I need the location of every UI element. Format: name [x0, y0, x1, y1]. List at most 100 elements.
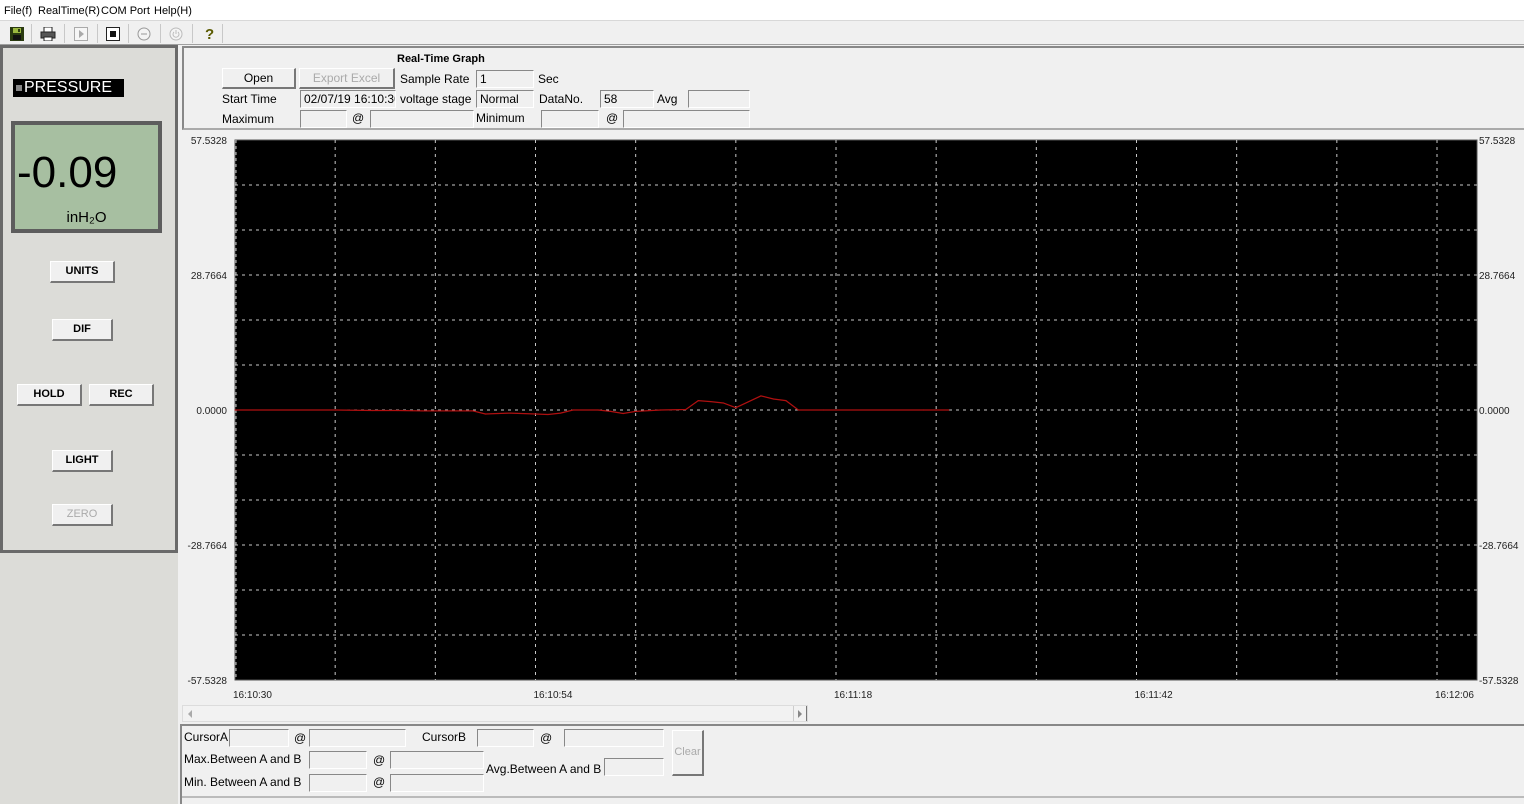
avg-between-field[interactable]	[604, 758, 664, 776]
data-point	[334, 409, 336, 411]
y-tick-label-left: -28.7664	[188, 541, 228, 552]
data-point	[685, 408, 687, 411]
stop-button[interactable]	[102, 24, 124, 43]
max-between-at-label: @	[373, 753, 386, 767]
datano-label: DataNo.	[539, 92, 584, 106]
voltage-stage-label: voltage stage	[400, 92, 472, 106]
sample-rate-field[interactable]: 1	[476, 70, 534, 88]
max-between-label: Max.Between A and B	[184, 752, 302, 766]
dif-button[interactable]: DIF	[52, 319, 113, 341]
menu-realtime[interactable]: RealTime(R)	[38, 5, 100, 17]
data-point	[484, 413, 487, 415]
light-button[interactable]: LIGHT	[52, 450, 113, 472]
rec-button[interactable]: REC	[89, 384, 154, 406]
mode-label: PRESSURE	[13, 79, 124, 97]
export-excel-button[interactable]: Export Excel	[299, 68, 395, 89]
minimum-at-field[interactable]	[623, 110, 750, 128]
maximum-at-field[interactable]	[370, 110, 474, 128]
avg-between-label: Avg.Between A and B	[486, 762, 602, 776]
x-tick-label: 16:12:06	[1435, 690, 1474, 701]
stop-icon	[106, 26, 120, 41]
scroll-right-button[interactable]	[793, 706, 807, 721]
scroll-left-icon	[188, 709, 192, 718]
units-button[interactable]: UNITS	[50, 261, 115, 283]
data-point	[472, 410, 474, 412]
data-point	[534, 413, 537, 415]
help-button[interactable]: ?	[198, 24, 220, 43]
data-point	[697, 400, 699, 402]
cursor-a-field[interactable]	[229, 729, 289, 747]
data-point	[797, 409, 800, 411]
reading-unit: inH₂O	[66, 209, 107, 226]
data-point	[559, 412, 562, 414]
data-point	[397, 409, 399, 412]
hold-button[interactable]: HOLD	[17, 384, 82, 406]
clear-button[interactable]: Clear	[672, 730, 704, 776]
menu-help[interactable]: Help(H)	[154, 5, 192, 17]
data-point	[597, 409, 599, 411]
cursor-b-at-field[interactable]	[564, 729, 664, 747]
y-tick-label-left: 57.5328	[191, 136, 228, 147]
y-axis-left: 57.5328 28.7664 0.0000 -28.7664 -57.5328	[188, 136, 228, 687]
play-button[interactable]	[70, 24, 92, 43]
y-tick-label-right: 28.7664	[1479, 271, 1516, 282]
menu-com-port[interactable]: COM Port	[101, 5, 150, 17]
menu-bar: File(f) RealTime(R) COM Port Help(H)	[0, 0, 1524, 20]
min-between-at-field[interactable]	[390, 774, 484, 792]
mode-label-text: PRESSURE	[24, 79, 113, 96]
power-icon	[169, 27, 183, 40]
voltage-stage-field[interactable]: Normal	[476, 90, 534, 108]
data-point	[422, 410, 424, 412]
panel-divider	[182, 796, 1524, 798]
maximum-field[interactable]	[300, 110, 347, 128]
save-button[interactable]	[6, 24, 28, 43]
disconnect-button[interactable]	[133, 24, 155, 43]
min-between-field[interactable]	[309, 774, 367, 792]
data-point	[722, 402, 724, 404]
svg-text:?: ?	[205, 26, 214, 42]
minimum-label: Minimum	[476, 111, 525, 125]
x-axis: 16:10:30 16:10:54 16:11:18 16:11:42 16:12:06	[233, 690, 1474, 701]
max-between-at-field[interactable]	[390, 751, 484, 769]
toolbar: ?	[0, 20, 1524, 45]
sample-rate-label: Sample Rate	[400, 72, 470, 86]
x-tick-label: 16:11:18	[834, 690, 873, 701]
open-button[interactable]: Open	[222, 68, 296, 89]
x-tick-label: 16:10:54	[534, 690, 573, 701]
play-icon	[74, 26, 88, 41]
max-between-field[interactable]	[309, 751, 367, 769]
start-time-field[interactable]: 02/07/19 16:10:30	[300, 90, 396, 108]
mode-indicator-icon	[16, 84, 22, 91]
power-button[interactable]	[165, 24, 187, 43]
datano-field[interactable]: 58	[600, 90, 654, 108]
graph-title: Real-Time Graph	[397, 53, 485, 65]
reading-value: -0.09	[17, 148, 118, 197]
minimum-field[interactable]	[541, 110, 599, 128]
cursor-a-at-field[interactable]	[309, 729, 406, 747]
y-tick-label-left: -57.5328	[188, 676, 228, 687]
cursor-b-label: CursorB	[422, 730, 467, 744]
avg-field[interactable]	[688, 90, 750, 108]
data-point	[660, 409, 662, 411]
avg-label: Avg	[657, 92, 678, 106]
realtime-graph[interactable]: 57.5328 28.7664 0.0000 -28.7664 -57.5328 57.…	[180, 130, 1524, 705]
minimum-at-label: @	[606, 111, 619, 125]
data-point	[785, 400, 787, 402]
y-tick-label-right: 57.5328	[1479, 136, 1516, 147]
cursor-b-field[interactable]	[477, 729, 534, 747]
print-button[interactable]	[37, 24, 59, 43]
min-between-at-label: @	[373, 775, 386, 789]
cursor-b-at-label: @	[540, 731, 553, 745]
y-axis-right: 57.5328 28.7664 0.0000 -28.7664 -57.5328	[1479, 136, 1519, 687]
zero-button[interactable]: ZERO	[52, 504, 113, 526]
x-tick-label: 16:11:42	[1135, 690, 1174, 701]
start-time-label: Start Time	[222, 92, 277, 106]
y-tick-label-left: 0.0000	[196, 406, 227, 417]
menu-file[interactable]: File(f)	[4, 5, 32, 17]
data-point	[822, 409, 825, 411]
lcd-display: -0.09 inH₂O	[11, 121, 162, 233]
data-point	[635, 410, 637, 413]
data-point	[572, 409, 574, 411]
scroll-left-button[interactable]	[184, 707, 196, 720]
horizontal-scrollbar[interactable]	[182, 705, 808, 722]
